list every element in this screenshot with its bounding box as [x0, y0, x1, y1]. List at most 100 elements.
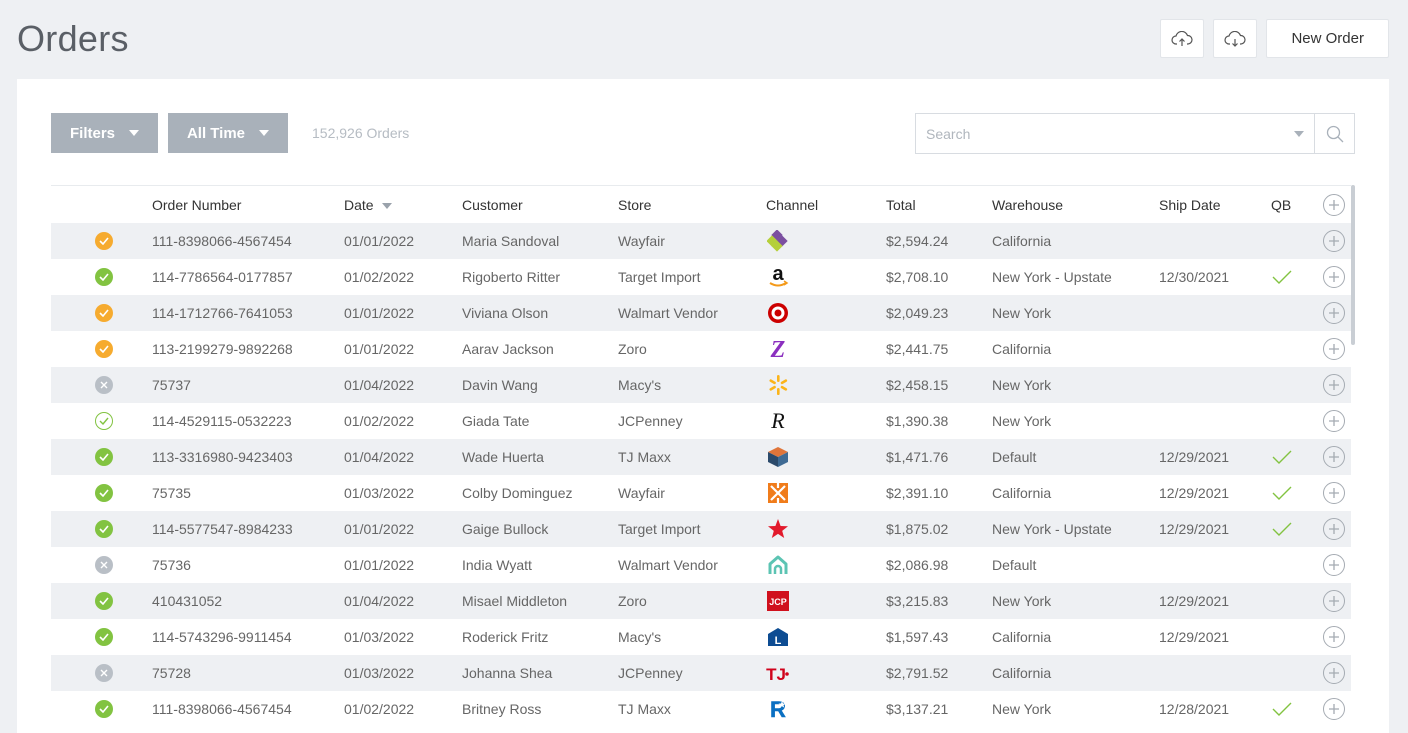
new-order-button[interactable]: New Order: [1266, 19, 1389, 58]
order-number[interactable]: 75728: [152, 655, 191, 691]
column-header-ship-date[interactable]: Ship Date: [1159, 186, 1220, 223]
time-range-dropdown[interactable]: All Time: [168, 113, 288, 153]
toolbar: Filters All Time 152,926 Orders: [51, 113, 409, 153]
customer-name: Rigoberto Ritter: [462, 269, 561, 285]
table-row[interactable]: 75735 01/03/2022 Colby Dominguez Wayfair $2,…: [51, 475, 1351, 511]
row-add-button[interactable]: [1323, 662, 1345, 684]
plus-icon: [1329, 344, 1339, 354]
order-number[interactable]: 111-8398066-4567454: [152, 691, 292, 727]
row-add-button[interactable]: [1323, 266, 1345, 288]
row-add-button[interactable]: [1323, 482, 1345, 504]
order-total: $2,086.98: [886, 557, 949, 573]
customer-name: Roderick Fritz: [462, 629, 549, 645]
row-add-button[interactable]: [1323, 698, 1345, 720]
column-header-date[interactable]: Date: [344, 186, 392, 223]
column-header-order-number[interactable]: Order Number: [152, 186, 241, 223]
status-cell: [94, 439, 114, 475]
table-row[interactable]: 111-8398066-4567454 01/02/2022 Britney Ros…: [51, 691, 1351, 727]
order-number[interactable]: 75736: [152, 547, 191, 583]
table-row[interactable]: 114-7786564-0177857 01/02/2022 Rigoberto R…: [51, 259, 1351, 295]
caret-down-icon: [1294, 130, 1304, 137]
plus-icon: [1329, 632, 1339, 642]
customer-name: Misael Middleton: [462, 593, 568, 609]
table-row[interactable]: 114-5743296-9911454 01/03/2022 Roderick Fr…: [51, 619, 1351, 655]
table-row[interactable]: 114-4529115-0532223 01/02/2022 Giada Tate J…: [51, 403, 1351, 439]
order-number[interactable]: 114-7786564-0177857: [152, 259, 293, 295]
warehouse-name: New York - Upstate: [992, 269, 1112, 285]
search-button[interactable]: [1314, 114, 1354, 153]
column-header-qb[interactable]: QB: [1271, 186, 1291, 223]
table-row[interactable]: 113-2199279-9892268 01/01/2022 Aarav Jacks…: [51, 331, 1351, 367]
column-header-channel[interactable]: Channel: [766, 186, 818, 223]
status-cell: [94, 403, 114, 439]
svg-text:TJ: TJ: [766, 665, 786, 684]
order-number[interactable]: 113-3316980-9423403: [152, 439, 293, 475]
qb-status: [1271, 511, 1293, 547]
table-row[interactable]: 114-5577547-8984233 01/01/2022 Gaige Bullo…: [51, 511, 1351, 547]
svg-text:a: a: [772, 265, 784, 285]
order-date: 01/03/2022: [344, 485, 415, 501]
warehouse-name: California: [992, 665, 1052, 681]
table-row[interactable]: 113-3316980-9423403 01/04/2022 Wade Huerta…: [51, 439, 1351, 475]
order-number[interactable]: 75735: [152, 475, 191, 511]
order-number[interactable]: 111-8398066-4567454: [152, 223, 292, 259]
row-add-button[interactable]: [1323, 446, 1345, 468]
svg-text:R: R: [770, 410, 785, 432]
order-number[interactable]: 410431052: [152, 583, 222, 619]
cloud-download-icon: [1224, 30, 1247, 47]
order-number[interactable]: 114-4529115-0532223: [152, 403, 292, 439]
store-name: Walmart Vendor: [618, 305, 718, 321]
store-name: Zoro: [618, 593, 647, 609]
customer-name: Britney Ross: [462, 701, 542, 717]
table-row[interactable]: 114-1712766-7641053 01/01/2022 Viviana Ols…: [51, 295, 1351, 331]
search-options-dropdown[interactable]: [1284, 114, 1314, 153]
upload-button[interactable]: [1160, 19, 1205, 58]
row-actions: [1323, 655, 1345, 691]
status-cell: [94, 511, 114, 547]
column-header-store[interactable]: Store: [618, 186, 651, 223]
order-date: 01/03/2022: [344, 629, 415, 645]
column-header-total[interactable]: Total: [886, 186, 916, 223]
status-cell: [94, 655, 114, 691]
order-number[interactable]: 114-1712766-7641053: [152, 295, 293, 331]
row-add-button[interactable]: [1323, 554, 1345, 576]
plus-icon: [1329, 596, 1339, 606]
order-number[interactable]: 114-5743296-9911454: [152, 619, 292, 655]
column-header-date-label: Date: [344, 196, 374, 213]
download-button[interactable]: [1213, 19, 1258, 58]
table-row[interactable]: 75728 01/03/2022 Johanna Shea JCPenney TJ $2,…: [51, 655, 1351, 691]
order-number[interactable]: 75737: [152, 367, 191, 403]
row-add-button[interactable]: [1323, 230, 1345, 252]
ship-date: 12/29/2021: [1159, 593, 1230, 609]
row-add-button[interactable]: [1323, 338, 1345, 360]
row-add-button[interactable]: [1323, 302, 1345, 324]
row-add-button[interactable]: [1323, 374, 1345, 396]
row-add-button[interactable]: [1323, 518, 1345, 540]
column-header-customer[interactable]: Customer: [462, 186, 523, 223]
row-add-button[interactable]: [1323, 626, 1345, 648]
page-title: Orders: [17, 18, 129, 59]
table-row[interactable]: 75737 01/04/2022 Davin Wang Macy's $2,458.15…: [51, 367, 1351, 403]
row-add-button[interactable]: [1323, 590, 1345, 612]
target-logo-icon: [766, 295, 790, 331]
search-input[interactable]: [916, 114, 1284, 153]
table-row[interactable]: 75736 01/01/2022 India Wyatt Walmart Vendor…: [51, 547, 1351, 583]
table-row[interactable]: 111-8398066-4567454 01/01/2022 Maria Sando…: [51, 223, 1351, 259]
table-row[interactable]: 410431052 01/04/2022 Misael Middleton Zoro J…: [51, 583, 1351, 619]
complete-status-icon: [95, 628, 113, 646]
order-number[interactable]: 114-5577547-8984233: [152, 511, 293, 547]
svg-text:R: R: [770, 698, 786, 720]
column-settings[interactable]: [1323, 186, 1345, 223]
order-number[interactable]: 113-2199279-9892268: [152, 331, 293, 367]
status-cell: [94, 475, 114, 511]
customer-name: Aarav Jackson: [462, 341, 554, 357]
add-column-button[interactable]: [1323, 193, 1345, 216]
filters-dropdown[interactable]: Filters: [51, 113, 158, 153]
row-actions: [1323, 439, 1345, 475]
qb-synced-check-icon: [1272, 486, 1292, 500]
store-name: Macy's: [618, 377, 662, 393]
column-header-warehouse[interactable]: Warehouse: [992, 186, 1063, 223]
qb-synced-check-icon: [1272, 522, 1292, 536]
table-scrollbar[interactable]: [1351, 185, 1355, 345]
row-add-button[interactable]: [1323, 410, 1345, 432]
